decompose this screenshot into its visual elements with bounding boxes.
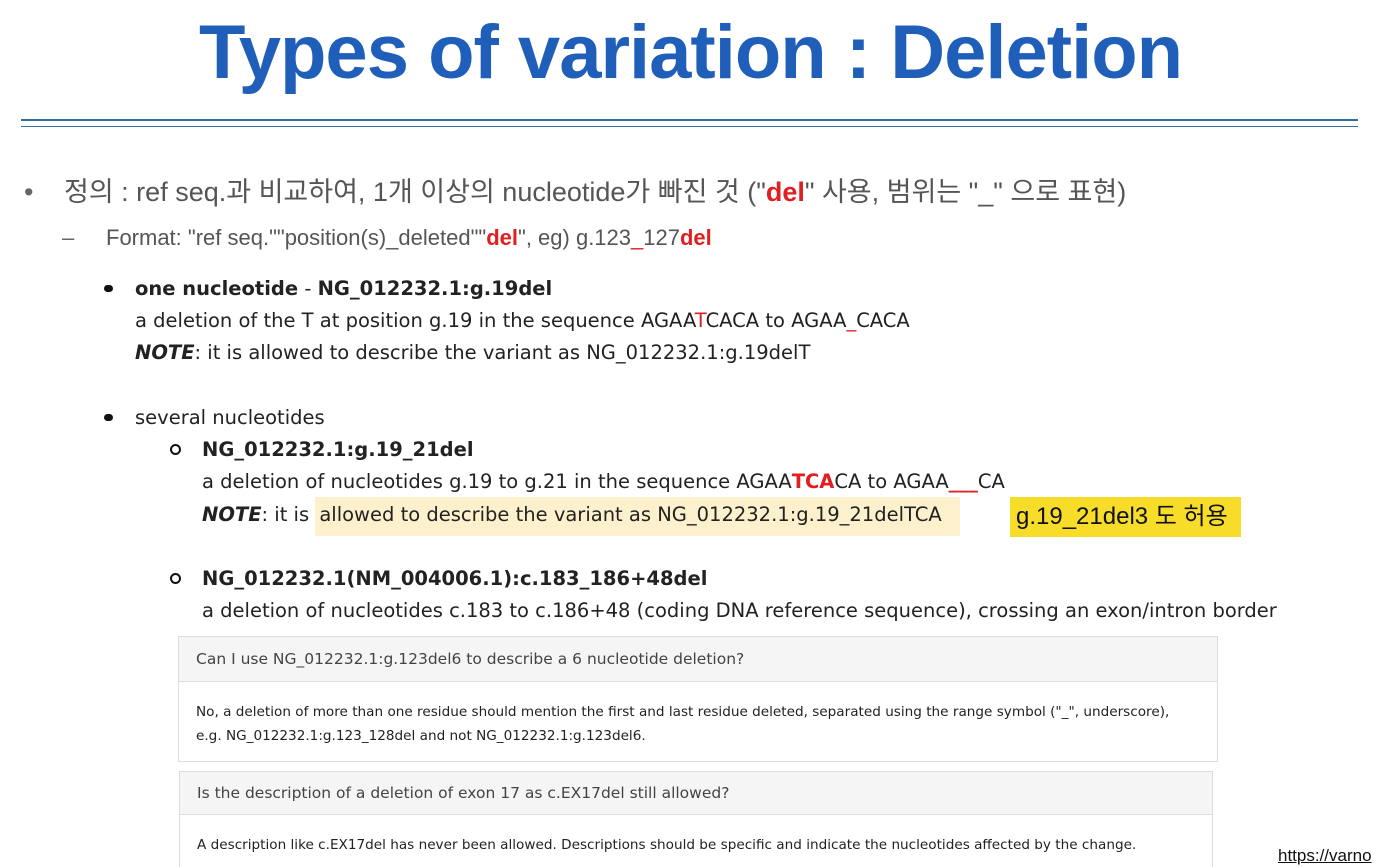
page-title: Types of variation : Deletion xyxy=(198,10,1183,95)
one-nucleotide-code: NG_012232.1:g.19del xyxy=(317,277,553,300)
bullet-icon: • xyxy=(24,177,34,207)
deleted-bases: TCA xyxy=(791,470,835,493)
several-item1-note: NOTE: it is allowed to describe the vari… xyxy=(202,497,960,536)
note-label: NOTE xyxy=(135,341,195,364)
definition-text: 정의 : ref seq.과 비교하여, 1개 이상의 nucleotide가 … xyxy=(64,177,766,207)
separator: - xyxy=(298,277,318,300)
several-item2-description: a deletion of nucleotides c.183 to c.186… xyxy=(202,599,1277,622)
several-item1-description: a deletion of nucleotides g.19 to g.21 i… xyxy=(202,470,1005,493)
several-item1-code: NG_012232.1:g.19_21del xyxy=(202,438,474,461)
faq-question[interactable]: Is the description of a deletion of exon… xyxy=(180,772,1212,815)
faq-panel-2: Is the description of a deletion of exon… xyxy=(179,771,1213,867)
several-nucleotides-label: several nucleotides xyxy=(135,406,325,429)
faq-panel-1: Can I use NG_012232.1:g.123del6 to descr… xyxy=(178,636,1218,762)
del-keyword: del xyxy=(486,225,519,250)
highlighted-note: allowed to describe the variant as NG_01… xyxy=(315,497,960,536)
format-example-num: 127 xyxy=(643,225,680,250)
faq-answer: A description like c.EX17del has never b… xyxy=(197,837,1137,853)
deleted-base: T xyxy=(694,309,706,332)
del-keyword: del xyxy=(765,177,805,207)
format-example: ", eg) g.123 xyxy=(518,225,632,250)
del-keyword: del xyxy=(679,225,712,250)
definition-line: • 정의 : ref seq.과 비교하여, 1개 이상의 nucleotide가… xyxy=(24,170,1126,209)
one-nucleotide-heading: one nucleotide - NG_012232.1:g.19del xyxy=(135,276,552,302)
bullet-dot-icon xyxy=(104,285,113,292)
one-nucleotide-description: a deletion of the T at position g.19 in … xyxy=(135,309,910,332)
ring-bullet-icon xyxy=(170,444,181,455)
one-nucleotide-label: one nucleotide xyxy=(135,277,299,300)
annotation-tag: g.19_21del3 도 허용 xyxy=(1010,497,1241,537)
bullet-dot-icon xyxy=(104,414,113,421)
deleted-gap: _ xyxy=(846,309,857,332)
several-item2-code: NG_012232.1(NM_004006.1):c.183_186+48del xyxy=(202,567,708,590)
range-underscore: _ xyxy=(631,225,644,250)
deleted-gap: ___ xyxy=(948,470,978,493)
faq-question[interactable]: Can I use NG_012232.1:g.123del6 to descr… xyxy=(179,637,1217,682)
faq-answer: No, a deletion of more than one residue … xyxy=(196,704,1170,744)
dash-icon: – xyxy=(62,225,75,250)
title-divider-thin xyxy=(21,126,1358,127)
note-label: NOTE xyxy=(202,503,262,526)
title-divider xyxy=(21,119,1358,121)
format-text: Format: "ref seq.""position(s)_deleted"" xyxy=(106,225,487,250)
ring-bullet-icon xyxy=(170,573,181,584)
one-nucleotide-note: NOTE: it is allowed to describe the vari… xyxy=(135,341,811,364)
format-line: – Format: "ref seq.""position(s)_deleted"… xyxy=(62,225,712,251)
definition-text-end: " 사용, 범위는 "_" 으로 표현) xyxy=(804,177,1127,207)
source-link[interactable]: https://varno xyxy=(1278,846,1372,866)
